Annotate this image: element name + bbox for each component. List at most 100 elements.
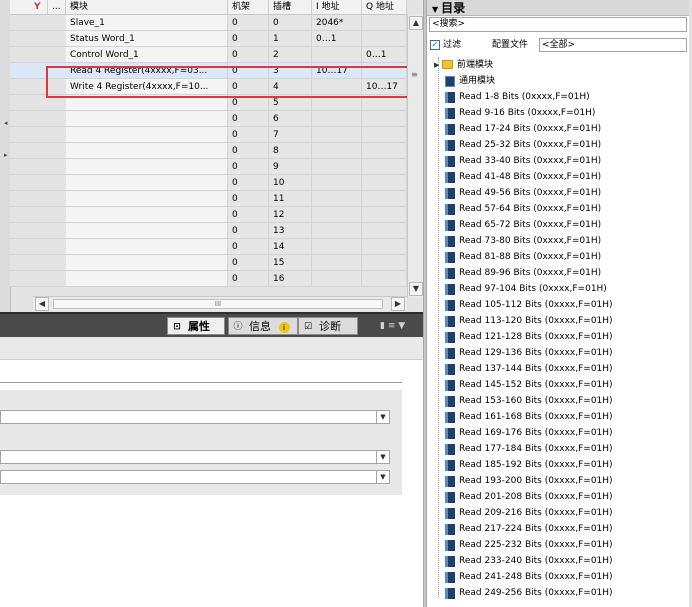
table-row[interactable]: Write 4 Register(4xxxx,F=10... 0 4 10…17 (10, 79, 407, 95)
catalog-module-item[interactable]: Read 249-256 Bits (0xxxx,F=01H) (427, 585, 692, 601)
cell-slot[interactable]: 8 (269, 143, 312, 159)
panel-layout-icon[interactable]: ▮ (380, 321, 385, 331)
cell-slot[interactable]: 3 (269, 63, 312, 79)
cell-module[interactable] (66, 111, 228, 127)
table-row[interactable]: 0 14 (10, 239, 407, 255)
catalog-folder[interactable]: ▶ 前端模块 (427, 57, 692, 73)
table-row[interactable]: 0 10 (10, 175, 407, 191)
cell-slot[interactable]: 0 (269, 15, 312, 31)
table-row[interactable]: 09 (10, 159, 407, 175)
cell-module[interactable] (66, 159, 228, 175)
catalog-module-item[interactable]: Read 185-192 Bits (0xxxx,F=01H) (427, 457, 692, 473)
catalog-module-item[interactable]: Read 241-248 Bits (0xxxx,F=01H) (427, 569, 692, 585)
cell-rack[interactable]: 0 (228, 175, 269, 191)
property-dropdown[interactable]: ▼ (0, 470, 390, 484)
catalog-header[interactable]: ▼ 目录 (427, 0, 692, 16)
cell-module[interactable] (66, 207, 228, 223)
catalog-module-item[interactable]: Read 113-120 Bits (0xxxx,F=01H) (427, 313, 692, 329)
cell-slot[interactable]: 2 (269, 47, 312, 63)
catalog-search-input[interactable]: <搜索> (429, 17, 687, 32)
cell-q-address[interactable]: 10…17 (362, 79, 407, 95)
cell-slot[interactable]: 15 (269, 255, 312, 271)
cell-module[interactable]: Slave_1 (66, 15, 228, 31)
scroll-thumb[interactable]: III (53, 299, 383, 309)
cell-module[interactable] (66, 143, 228, 159)
cell-i-address[interactable] (312, 127, 362, 143)
cell-module[interactable] (66, 271, 228, 287)
table-row[interactable]: 0 13 (10, 223, 407, 239)
cell-q-address[interactable]: 0…1 (362, 47, 407, 63)
catalog-module-item[interactable]: Read 57-64 Bits (0xxxx,F=01H) (427, 201, 692, 217)
cell-q-address[interactable] (362, 127, 407, 143)
catalog-module-item[interactable]: Read 41-48 Bits (0xxxx,F=01H) (427, 169, 692, 185)
table-row[interactable]: 0 12 (10, 207, 407, 223)
catalog-module-item[interactable]: Read 89-96 Bits (0xxxx,F=01H) (427, 265, 692, 281)
cell-i-address[interactable] (312, 271, 362, 287)
catalog-module-item[interactable]: Read 137-144 Bits (0xxxx,F=01H) (427, 361, 692, 377)
catalog-module-item[interactable]: Read 65-72 Bits (0xxxx,F=01H) (427, 217, 692, 233)
cell-i-address[interactable] (312, 207, 362, 223)
cell-i-address[interactable]: 0…1 (312, 31, 362, 47)
cell-slot[interactable]: 12 (269, 207, 312, 223)
cell-q-address[interactable] (362, 207, 407, 223)
cell-i-address[interactable] (312, 223, 362, 239)
tab-properties[interactable]: ⊡ 属性 (167, 317, 225, 335)
cell-slot[interactable]: 9 (269, 159, 312, 175)
cell-i-address[interactable] (312, 191, 362, 207)
chevron-down-icon[interactable]: ▼ (376, 471, 389, 483)
cell-i-address[interactable] (312, 111, 362, 127)
cell-q-address[interactable] (362, 15, 407, 31)
cell-rack[interactable]: 0 (228, 15, 269, 31)
catalog-module-item[interactable]: Read 9-16 Bits (0xxxx,F=01H) (427, 105, 692, 121)
table-row[interactable]: 06 (10, 111, 407, 127)
expand-arrow-icon[interactable]: ▶ (434, 57, 439, 73)
cell-q-address[interactable] (362, 159, 407, 175)
catalog-module-item[interactable]: Read 81-88 Bits (0xxxx,F=01H) (427, 249, 692, 265)
cell-i-address[interactable] (312, 159, 362, 175)
header-i-address[interactable]: I 地址 (312, 0, 362, 14)
cell-i-address[interactable] (312, 175, 362, 191)
scroll-up-button[interactable]: ▲ (409, 16, 423, 30)
strip-arrow-icon[interactable]: ◂ (4, 119, 8, 127)
cell-q-address[interactable] (362, 175, 407, 191)
panel-collapse-icon[interactable]: ▼ (398, 321, 405, 331)
header-rack[interactable]: 机架 (228, 0, 269, 14)
cell-module[interactable] (66, 127, 228, 143)
catalog-module-item[interactable]: Read 129-136 Bits (0xxxx,F=01H) (427, 345, 692, 361)
tab-diagnostics[interactable]: ☑ 诊断 (298, 317, 358, 335)
catalog-module-item[interactable]: Read 177-184 Bits (0xxxx,F=01H) (427, 441, 692, 457)
cell-slot[interactable]: 11 (269, 191, 312, 207)
table-horizontal-scrollbar[interactable]: ◀ III ▶ (33, 296, 407, 311)
cell-q-address[interactable] (362, 63, 407, 79)
header-module[interactable]: 模块 (66, 0, 228, 14)
catalog-module-item[interactable]: Read 1-8 Bits (0xxxx,F=01H) (427, 89, 692, 105)
cell-q-address[interactable] (362, 239, 407, 255)
catalog-module-item[interactable]: Read 233-240 Bits (0xxxx,F=01H) (427, 553, 692, 569)
cell-slot[interactable]: 16 (269, 271, 312, 287)
filter-checkbox[interactable]: ✓ (430, 40, 440, 50)
cell-rack[interactable]: 0 (228, 239, 269, 255)
panel-menu-icon[interactable]: ≡ (388, 321, 396, 331)
cell-i-address[interactable] (312, 79, 362, 95)
tab-info[interactable]: ⓘ 信息 i (228, 317, 298, 335)
cell-rack[interactable]: 0 (228, 63, 269, 79)
cell-rack[interactable]: 0 (228, 223, 269, 239)
cell-i-address[interactable] (312, 95, 362, 111)
table-row[interactable]: 0 11 (10, 191, 407, 207)
cell-q-address[interactable] (362, 191, 407, 207)
scroll-grip-icon[interactable]: ≡ (411, 70, 421, 79)
cell-module[interactable]: Status Word_1 (66, 31, 228, 47)
cell-q-address[interactable] (362, 255, 407, 271)
table-row[interactable]: 08 (10, 143, 407, 159)
catalog-module-item[interactable]: Read 209-216 Bits (0xxxx,F=01H) (427, 505, 692, 521)
cell-q-address[interactable] (362, 31, 407, 47)
cell-slot[interactable]: 6 (269, 111, 312, 127)
table-vertical-scrollbar[interactable]: ▲ ≡ ▼ (407, 14, 423, 298)
strip-arrow-icon[interactable]: ▸ (4, 151, 8, 159)
cell-rack[interactable]: 0 (228, 191, 269, 207)
catalog-module-item[interactable]: Read 193-200 Bits (0xxxx,F=01H) (427, 473, 692, 489)
table-row[interactable]: 05 (10, 95, 407, 111)
table-row[interactable]: 0 15 (10, 255, 407, 271)
cell-module[interactable] (66, 95, 228, 111)
cell-slot[interactable]: 5 (269, 95, 312, 111)
